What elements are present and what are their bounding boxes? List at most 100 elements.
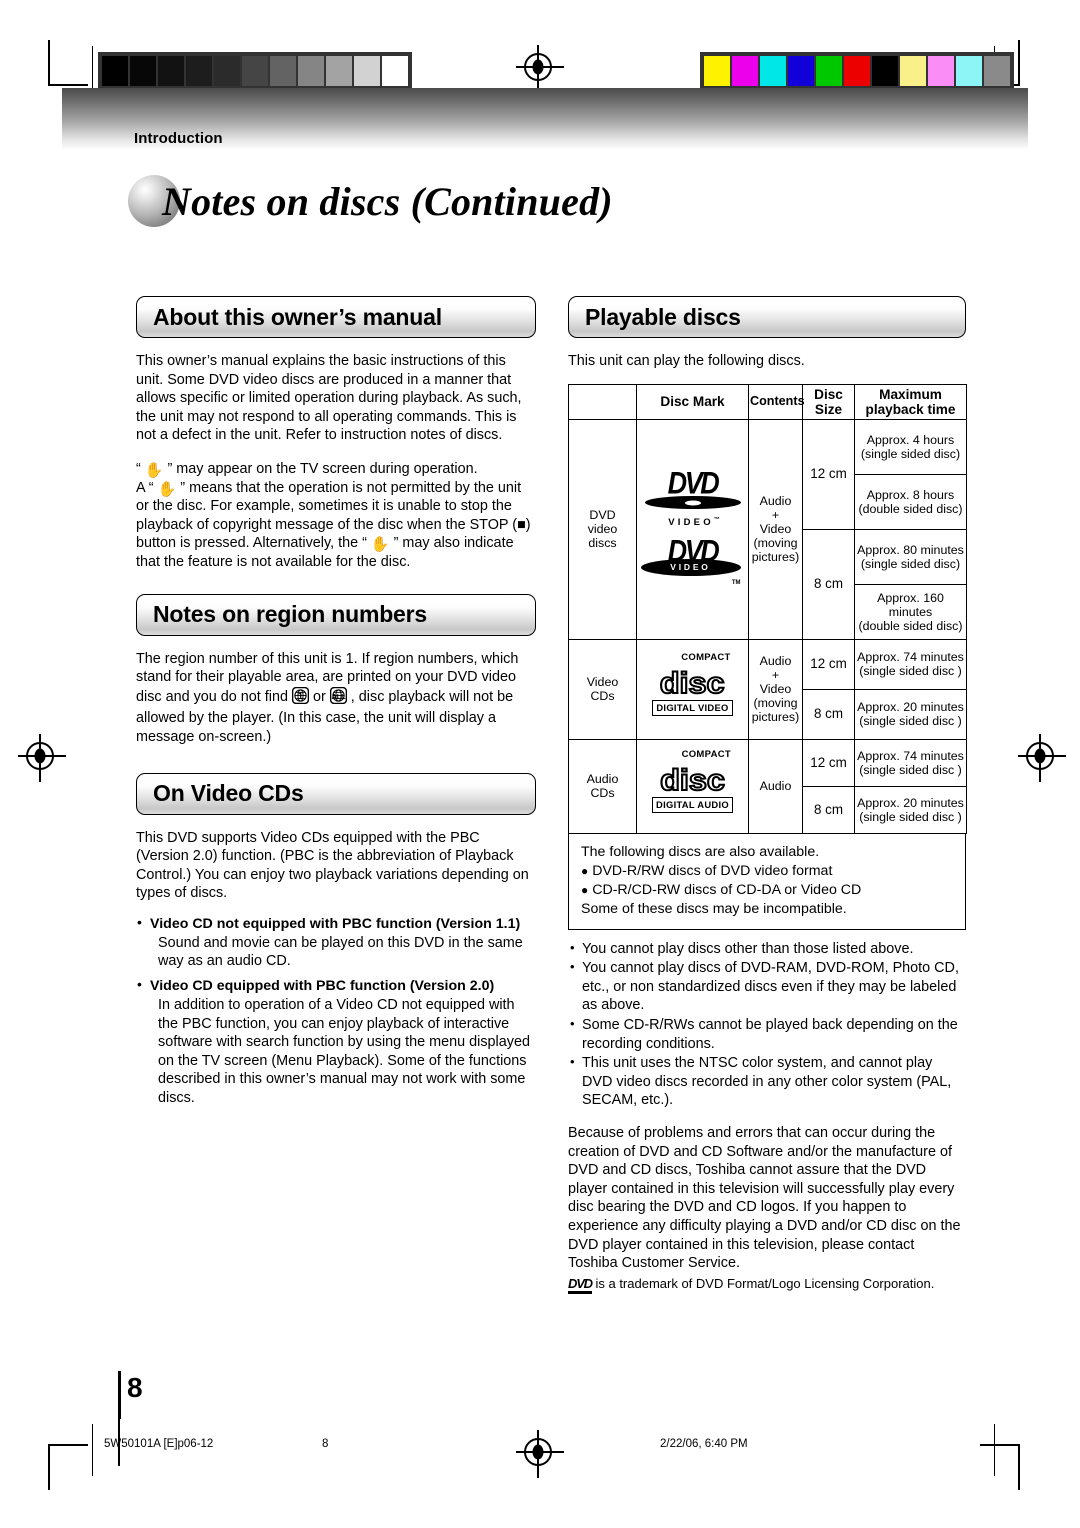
table-row-dvd-video-discs: DVD video discs DVD VIDEO™ DVD VIDEO TM … xyxy=(568,418,967,640)
disc-size-12cm: 12 cm xyxy=(802,418,855,530)
registration-dot xyxy=(1034,748,1046,764)
bullet-title: Video CD equipped with PBC function (Ver… xyxy=(150,978,495,995)
svg-text:ALL: ALL xyxy=(331,692,346,701)
playable-discs-table: Disc Mark Contents Disc Size Maximum pla… xyxy=(568,383,967,834)
dvd-disc-oval-filled: VIDEO xyxy=(640,559,741,577)
playback-time: Approx. 20 minutes (single sided disc ) xyxy=(854,785,967,834)
header-blank xyxy=(568,383,637,420)
playable-discs-intro: This unit can play the following discs. xyxy=(568,353,805,369)
registration-target-left xyxy=(18,734,66,782)
svg-text:1: 1 xyxy=(298,691,303,701)
color-calibration-bar xyxy=(700,52,1014,90)
dvd-video-subtext-inverse: VIDEO xyxy=(670,562,711,573)
closing-paragraph: Because of problems and errors that can … xyxy=(568,1124,961,1272)
table-header-row: Disc Mark Contents Disc Size Maximum pla… xyxy=(568,383,967,420)
playback-time: Approx. 74 minutes (single sided disc ) xyxy=(854,638,967,690)
header-max-playback-time: Maximum playback time xyxy=(854,383,967,420)
heading-text: Playable discs xyxy=(585,303,741,330)
disc-size-12cm: 12 cm xyxy=(802,738,855,787)
prohibited-hand-icon: ✋ xyxy=(144,461,164,479)
cd-compact-label: COMPACT xyxy=(681,652,731,664)
cd-compact-label: COMPACT xyxy=(681,749,731,761)
color-swatch-10 xyxy=(984,56,1010,86)
gray-swatch-2 xyxy=(158,56,184,86)
list-item: Video CD not equipped with PBC function … xyxy=(136,914,536,971)
disc-mark-dvd-video: DVD VIDEO™ DVD VIDEO TM xyxy=(636,418,749,640)
time-line: Approx. 20 minutes xyxy=(857,795,964,810)
time-line: (single sided disc ) xyxy=(859,809,962,824)
contents-line: (moving xyxy=(753,696,798,711)
bullet-title: Video CD not equipped with PBC function … xyxy=(150,915,521,932)
time-line: (single sided disc) xyxy=(860,556,961,571)
playback-time: Approx. 20 minutes (single sided disc ) xyxy=(854,688,967,740)
globe-region-all-icon: ALL xyxy=(329,686,347,704)
gray-swatch-0 xyxy=(102,56,128,86)
crop-mark-bottom-right-h xyxy=(980,1444,1020,1446)
color-swatch-8 xyxy=(928,56,954,86)
contents-video-cd: Audio + Video (moving pictures) xyxy=(748,638,803,740)
header-disc-mark: Disc Mark xyxy=(636,383,749,420)
crop-mark-bottom-right-v xyxy=(1018,1444,1020,1490)
registration-target-right xyxy=(1018,734,1066,782)
heading-on-video-cds: On Video CDs xyxy=(136,772,536,815)
row-label-line: discs xyxy=(588,536,617,551)
hand-text-b: A “ xyxy=(136,479,154,496)
dvd-video-logo-icon-filled: DVD VIDEO TM xyxy=(640,536,745,590)
contents-line: Video xyxy=(759,522,792,537)
time-line: Approx. 4 hours xyxy=(866,432,955,447)
gray-swatch-6 xyxy=(270,56,296,86)
crop-mark-bottom-left-inner xyxy=(92,1424,94,1476)
row-label-line: Audio xyxy=(586,772,619,787)
prohibited-hand-icon: ✋ xyxy=(157,480,177,498)
color-swatch-9 xyxy=(956,56,982,86)
dvd-video-subtext: VIDEO™ xyxy=(668,517,720,529)
page-title-group: Notes on discs (Continued) xyxy=(128,175,613,227)
registration-target-bottom xyxy=(516,1430,564,1478)
row-label-line: DVD xyxy=(589,508,616,523)
list-item: You cannot play discs other than those l… xyxy=(568,939,966,959)
time-line: Approx. 160 minutes xyxy=(877,590,944,619)
contents-line: pictures) xyxy=(751,550,800,565)
cd-format-band: DIGITAL VIDEO xyxy=(652,700,733,717)
gray-swatch-4 xyxy=(214,56,240,86)
contents-line: (moving xyxy=(753,536,798,551)
cd-format-band: DIGITAL AUDIO xyxy=(652,797,733,814)
gray-swatch-8 xyxy=(326,56,352,86)
dvd-trademark-symbol: TM xyxy=(731,580,741,587)
gray-swatch-1 xyxy=(130,56,156,86)
contents-audio-cd: Audio xyxy=(748,738,803,834)
owners-manual-paragraph-2: “ ✋ ” may appear on the TV screen during… xyxy=(136,460,536,572)
playback-time: Approx. 8 hours (double sided disc) xyxy=(854,473,967,530)
disc-mark-audio-cd: COMPACT disc DIGITAL AUDIO xyxy=(636,738,749,834)
caution-bullet-list: You cannot play discs other than those l… xyxy=(568,939,966,1110)
footer-page-number: 8 xyxy=(322,1438,329,1450)
header-max-l2: playback time xyxy=(865,401,956,417)
cd-disc-wordmark: disc xyxy=(659,667,726,701)
time-line: (single sided disc ) xyxy=(859,714,962,729)
crop-mark-bottom-left-h xyxy=(48,1444,88,1446)
color-swatch-5 xyxy=(844,56,870,86)
contents-line: Audio xyxy=(759,494,792,509)
note-item-1: ● DVD-R/RW discs of DVD video format xyxy=(581,862,953,881)
list-item: Video CD equipped with PBC function (Ver… xyxy=(136,976,536,1108)
left-column: About this owner’s manual This owner’s m… xyxy=(136,296,536,1110)
header-disc-size: Disc Size xyxy=(802,383,855,420)
bullet-body: Sound and movie can be played on this DV… xyxy=(158,934,523,970)
region-text-b: or xyxy=(309,688,330,705)
list-item: This unit uses the NTSC color system, an… xyxy=(568,1053,966,1110)
globe-region-1-icon: 1 xyxy=(291,686,310,704)
dvd-video-logo-icon: DVD VIDEO™ DVD VIDEO TM xyxy=(638,467,747,590)
note-line-1: The following discs are also available. xyxy=(581,843,820,860)
time-line: (single sided disc) xyxy=(860,446,961,461)
cd-logo-top: COMPACT disc xyxy=(652,749,733,797)
crop-mark-top-right-v xyxy=(1018,40,1020,86)
header-max-l1: Maximum xyxy=(879,386,942,402)
note-item-2: ● CD-R/CD-RW discs of CD-DA or Video CD xyxy=(581,881,953,900)
crop-mark-bottom-right-inner xyxy=(994,1424,996,1476)
gray-swatch-5 xyxy=(242,56,268,86)
header-disc-size-l1: Disc xyxy=(814,386,843,402)
playback-time: Approx. 74 minutes (single sided disc ) xyxy=(854,738,967,787)
row-label-audio-cds: Audio CDs xyxy=(568,738,637,834)
row-label-line: CDs xyxy=(590,786,615,801)
heading-text: On Video CDs xyxy=(153,780,304,806)
